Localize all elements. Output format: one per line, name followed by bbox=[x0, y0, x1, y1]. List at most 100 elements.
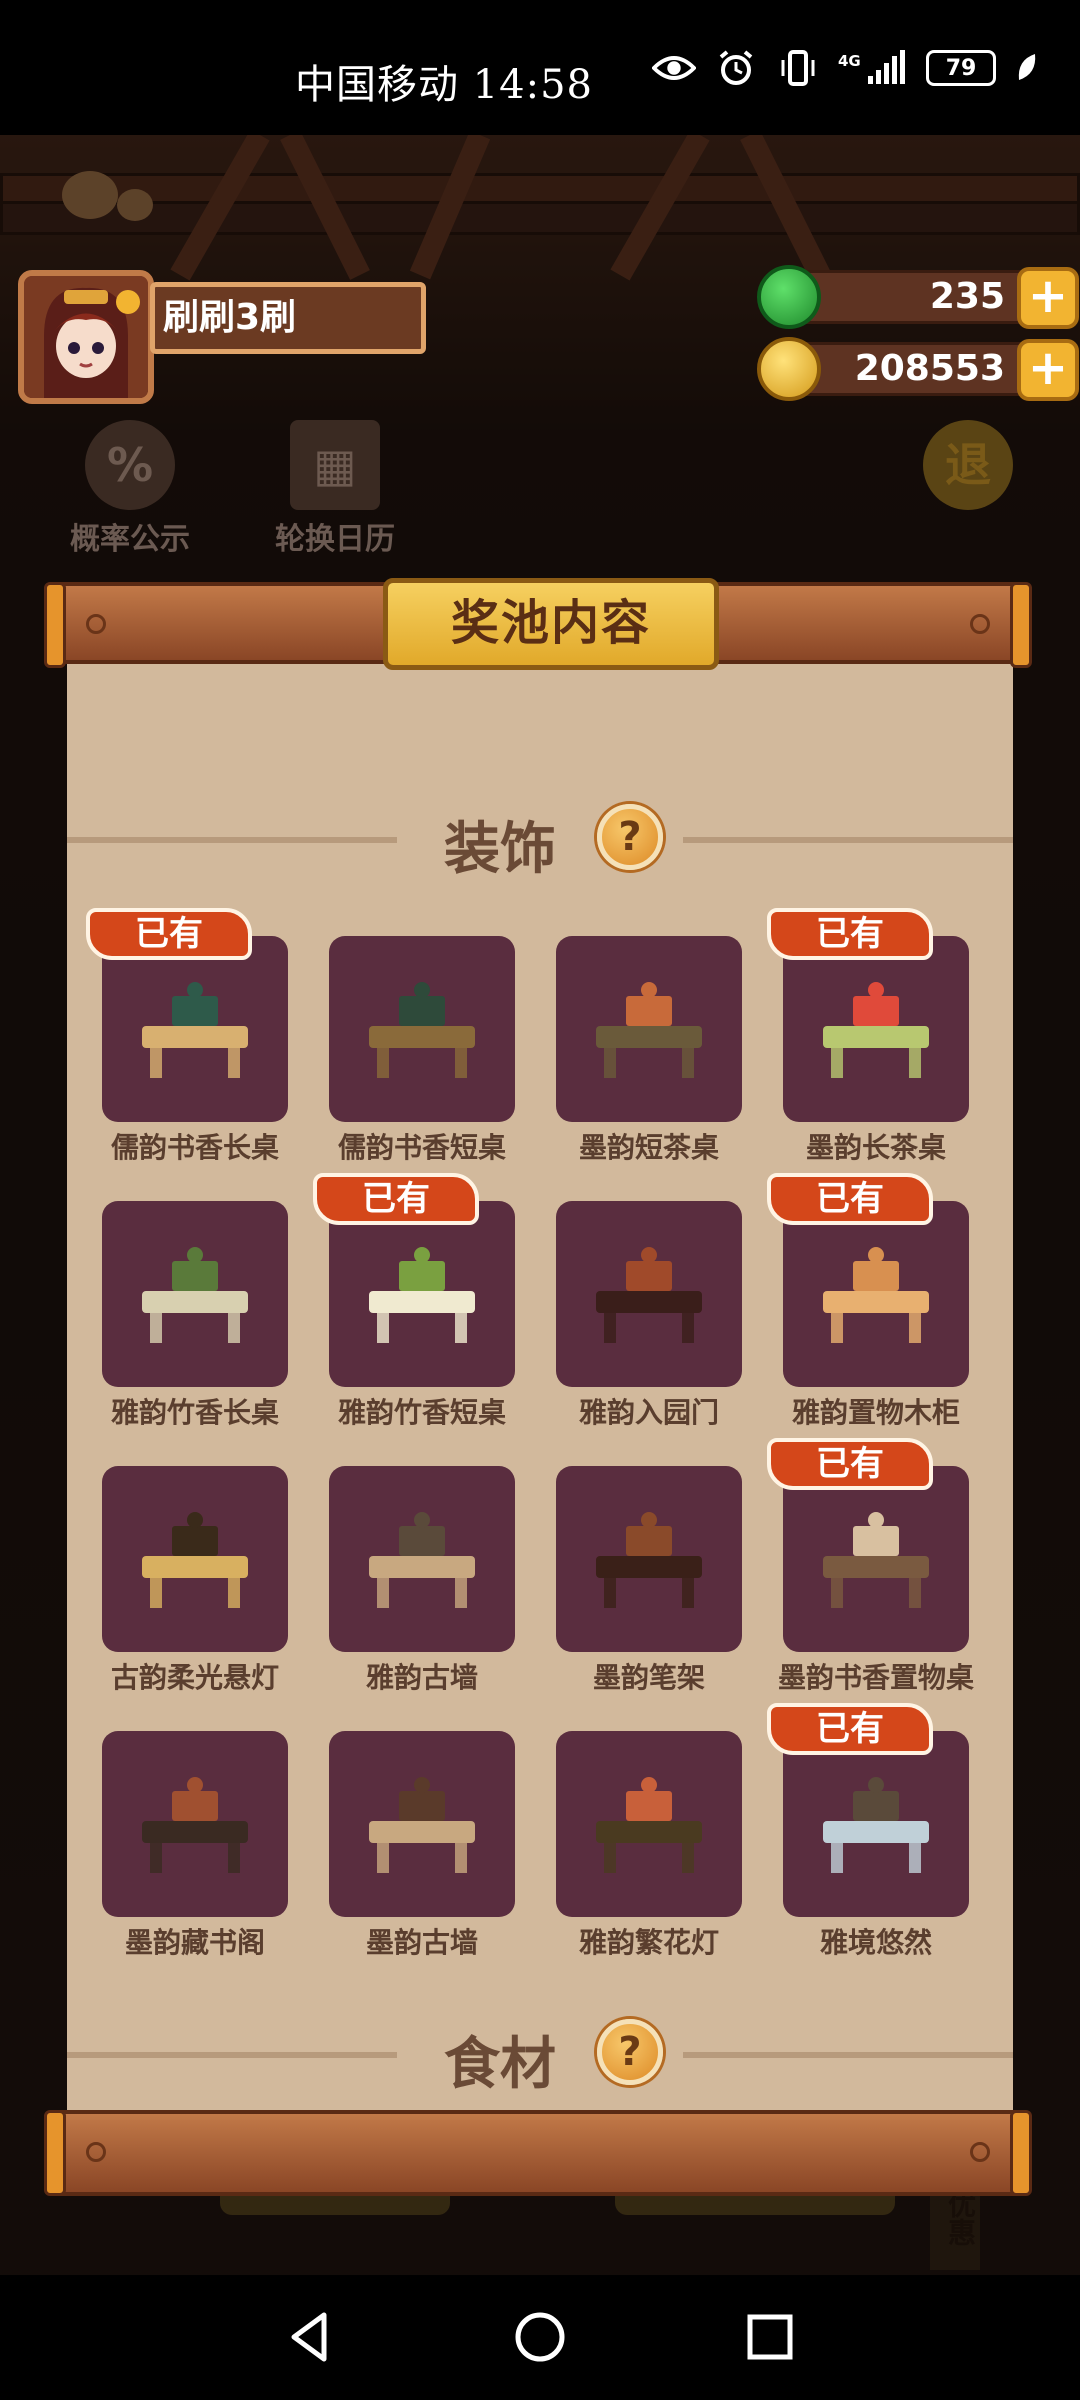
rod-cap bbox=[44, 2110, 66, 2196]
prize-item[interactable]: 古韵柔光悬灯 bbox=[102, 1466, 288, 1694]
section-title: 食材 bbox=[444, 2032, 556, 2097]
carrier-time: 中国移动 14:58 bbox=[295, 62, 593, 108]
furniture-icon bbox=[142, 1247, 248, 1343]
item-label: 雅韵竹香长桌 bbox=[110, 1396, 279, 1429]
section-title: 装饰 bbox=[444, 817, 556, 882]
prize-item[interactable]: 墨韵藏书阁 bbox=[102, 1731, 288, 1959]
item-tile[interactable] bbox=[783, 1201, 969, 1387]
item-tile[interactable] bbox=[102, 1201, 288, 1387]
recents-icon[interactable] bbox=[740, 2307, 800, 2367]
item-tile[interactable] bbox=[102, 1466, 288, 1652]
prize-item[interactable]: 墨韵短茶桌 bbox=[556, 936, 742, 1164]
vibrate-icon bbox=[776, 50, 820, 86]
home-icon[interactable] bbox=[510, 2307, 570, 2367]
add-jade-button[interactable]: + bbox=[1017, 267, 1079, 329]
prize-item[interactable]: 雅韵竹香长桌 bbox=[102, 1201, 288, 1429]
item-tile[interactable] bbox=[556, 1201, 742, 1387]
jade-amount: 235 bbox=[929, 276, 1005, 317]
item-tile[interactable] bbox=[329, 936, 515, 1122]
item-tile[interactable] bbox=[783, 1731, 969, 1917]
item-tile[interactable] bbox=[783, 936, 969, 1122]
item-tile[interactable] bbox=[329, 1201, 515, 1387]
add-coins-button[interactable]: + bbox=[1017, 339, 1079, 401]
player-avatar[interactable] bbox=[18, 270, 154, 404]
exit-label: 退 bbox=[923, 420, 1013, 510]
section-header-ingredients: 食材 ? bbox=[67, 2019, 1013, 2097]
furniture-icon bbox=[369, 982, 475, 1078]
item-label: 墨韵长茶桌 bbox=[805, 1131, 946, 1164]
item-tile[interactable] bbox=[102, 936, 288, 1122]
rivet bbox=[86, 614, 106, 634]
item-label: 雅韵置物木柜 bbox=[791, 1396, 960, 1429]
item-label: 儒韵书香短桌 bbox=[337, 1131, 506, 1164]
percent-icon: % bbox=[85, 420, 175, 510]
system-nav-bar bbox=[0, 2275, 1080, 2400]
status-bar: 中国移动 14:58 4G 79 bbox=[0, 0, 1080, 135]
prize-item[interactable]: 已有 墨韵长茶桌 bbox=[767, 908, 969, 1164]
item-tile[interactable] bbox=[102, 1731, 288, 1917]
exit-button[interactable]: 退 bbox=[918, 420, 1018, 514]
rivet bbox=[970, 614, 990, 634]
prize-item[interactable]: 已有墨韵书香置物桌 bbox=[767, 1438, 974, 1694]
prize-item[interactable]: 已有 儒韵书香长桌 bbox=[86, 908, 288, 1164]
owned-badge: 已有 bbox=[767, 1438, 933, 1490]
item-tile[interactable] bbox=[556, 1466, 742, 1652]
item-label: 墨韵短茶桌 bbox=[578, 1131, 719, 1164]
item-tile[interactable] bbox=[556, 1731, 742, 1917]
probability-button[interactable]: % 概率公示 bbox=[60, 420, 200, 558]
item-tile[interactable] bbox=[783, 1466, 969, 1652]
prize-item[interactable]: 墨韵古墙 bbox=[329, 1731, 515, 1959]
item-tile[interactable] bbox=[556, 936, 742, 1122]
back-icon[interactable] bbox=[280, 2307, 340, 2367]
item-tile[interactable] bbox=[329, 1731, 515, 1917]
help-icon[interactable]: ? bbox=[597, 804, 663, 870]
prize-pool-panel: 装饰 ? 已有 儒韵书香长桌 儒韵书香短桌 墨韵短茶桌 已有 墨韵长茶桌 雅韵竹香长桌 已有雅… bbox=[67, 664, 1013, 2112]
calendar-button[interactable]: ▦ 轮换日历 bbox=[265, 420, 405, 558]
rod-cap bbox=[1010, 2110, 1032, 2196]
furniture-icon bbox=[142, 1512, 248, 1608]
section-header-decoration: 装饰 ? bbox=[67, 804, 1013, 882]
signal-icon: 4G bbox=[838, 50, 908, 84]
prize-item[interactable]: 已有 雅韵竹香短桌 bbox=[313, 1173, 515, 1429]
battery-icon: 79 bbox=[926, 50, 996, 86]
eye-icon bbox=[652, 52, 696, 84]
owned-badge: 已有 bbox=[313, 1173, 479, 1225]
help-icon[interactable]: ? bbox=[597, 2019, 663, 2085]
furniture-icon bbox=[369, 1777, 475, 1873]
item-label: 墨韵书香置物桌 bbox=[777, 1661, 974, 1694]
prize-item[interactable]: 雅韵繁花灯 bbox=[556, 1731, 742, 1959]
svg-text:4G: 4G bbox=[838, 52, 861, 70]
furniture-icon bbox=[823, 982, 929, 1078]
item-label: 墨韵藏书阁 bbox=[124, 1926, 265, 1959]
prize-item[interactable]: 儒韵书香短桌 bbox=[329, 936, 515, 1164]
furniture-icon bbox=[142, 982, 248, 1078]
owned-badge: 已有 bbox=[767, 1173, 933, 1225]
prize-item[interactable]: 已有雅境悠然 bbox=[767, 1703, 969, 1959]
alarm-icon bbox=[714, 50, 758, 85]
item-label: 儒韵书香长桌 bbox=[110, 1131, 279, 1164]
prize-item[interactable]: 已有雅韵置物木柜 bbox=[767, 1173, 969, 1429]
furniture-icon bbox=[596, 1512, 702, 1608]
furniture-icon bbox=[596, 1247, 702, 1343]
leaf-icon bbox=[1014, 52, 1040, 84]
scroll-bottom-rod bbox=[44, 2110, 1032, 2196]
prize-item[interactable]: 墨韵笔架 bbox=[556, 1466, 742, 1694]
furniture-icon bbox=[823, 1247, 929, 1343]
owned-badge: 已有 bbox=[767, 1703, 933, 1755]
item-tile[interactable] bbox=[329, 1466, 515, 1652]
avatar-portrait bbox=[24, 276, 148, 398]
furniture-icon bbox=[596, 982, 702, 1078]
calendar-icon: ▦ bbox=[290, 420, 380, 510]
item-label: 雅境悠然 bbox=[819, 1926, 932, 1959]
prize-item[interactable]: 雅韵入园门 bbox=[556, 1201, 742, 1429]
item-label: 雅韵入园门 bbox=[578, 1396, 719, 1429]
rivet bbox=[970, 2142, 990, 2162]
furniture-icon bbox=[369, 1247, 475, 1343]
status-icons: 4G 79 bbox=[652, 50, 1040, 86]
item-label: 墨韵古墙 bbox=[365, 1926, 478, 1959]
item-label: 古韵柔光悬灯 bbox=[110, 1661, 279, 1694]
rod-cap bbox=[44, 582, 66, 668]
furniture-icon bbox=[823, 1777, 929, 1873]
coin-icon bbox=[757, 337, 821, 401]
prize-item[interactable]: 雅韵古墙 bbox=[329, 1466, 515, 1694]
